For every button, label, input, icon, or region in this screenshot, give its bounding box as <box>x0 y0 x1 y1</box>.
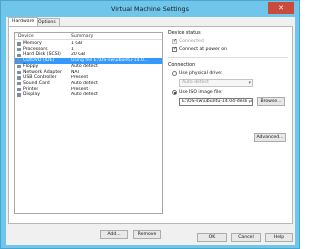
display-icon <box>17 93 21 97</box>
cd-dvd-icon <box>17 59 21 63</box>
help-button[interactable]: Help <box>265 233 293 242</box>
use-iso-image-radio[interactable] <box>172 90 177 95</box>
device-list-header: Device Summary <box>15 33 162 40</box>
section-divider <box>168 57 288 58</box>
tab-hardware[interactable]: Hardware <box>8 17 39 26</box>
chevron-down-icon: ▾ <box>247 99 251 105</box>
device-status-title: Device status <box>168 31 201 36</box>
hard-disk-icon <box>17 53 21 57</box>
chevron-down-icon: ▾ <box>248 80 251 86</box>
connection-title: Connection <box>168 63 196 68</box>
cancel-button[interactable]: Cancel <box>231 233 261 242</box>
usb-icon <box>17 76 21 80</box>
sound-card-icon <box>17 82 21 86</box>
hardware-panel: Device Summary Memory 1 GB Processors 1 Hard… <box>8 26 293 239</box>
memory-icon <box>17 42 21 46</box>
network-adapter-icon <box>17 70 21 75</box>
column-device[interactable]: Device <box>18 34 34 39</box>
use-iso-image-label: Use ISO image file: <box>179 90 223 95</box>
close-button[interactable]: ✕ <box>268 2 294 14</box>
ok-button[interactable]: OK <box>197 233 227 242</box>
connected-label: Connected <box>179 39 204 44</box>
device-summary: Auto detect <box>71 92 98 98</box>
dialog-body: Hardware Options Device Summary Memory 1 … <box>6 17 295 245</box>
settings-window: Virtual Machine Settings ✕ Hardware Opti… <box>0 0 300 249</box>
iso-image-path-value: E:\OS-sw\ubuntu-14.04-deskto <box>182 99 253 104</box>
remove-device-button[interactable]: Remove <box>133 230 161 239</box>
iso-image-path-input[interactable]: E:\OS-sw\ubuntu-14.04-deskto ▾ <box>179 98 253 106</box>
connect-at-power-on-label: Connect at power on <box>179 47 227 52</box>
window-title: Virtual Machine Settings <box>111 5 189 13</box>
connect-at-power-on-checkbox[interactable] <box>172 46 177 52</box>
use-physical-drive-radio[interactable] <box>172 71 177 76</box>
column-summary[interactable]: Summary <box>71 34 93 39</box>
physical-drive-value: Auto detect <box>182 80 209 85</box>
physical-drive-select[interactable]: Auto detect ▾ <box>179 79 253 87</box>
printer-icon <box>17 87 21 92</box>
use-physical-drive-label: Use physical drive: <box>179 71 223 76</box>
device-name: Display <box>23 92 40 98</box>
browse-button[interactable]: Browse... <box>257 97 285 106</box>
device-list[interactable]: Device Summary Memory 1 GB Processors 1 Hard… <box>14 32 163 214</box>
device-row[interactable]: Display Auto detect <box>15 92 162 98</box>
connected-checkbox[interactable] <box>172 38 177 44</box>
floppy-icon <box>17 64 21 69</box>
add-device-button[interactable]: Add... <box>100 230 128 239</box>
title-bar: Virtual Machine Settings ✕ <box>1 1 299 17</box>
processor-icon <box>17 47 21 52</box>
advanced-button[interactable]: Advanced... <box>254 133 286 142</box>
